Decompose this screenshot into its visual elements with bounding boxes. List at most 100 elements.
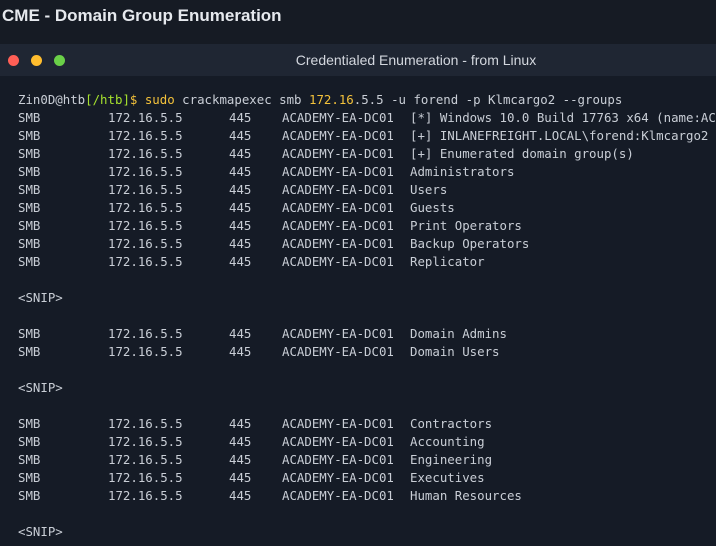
port-cell: 445 xyxy=(229,146,252,161)
message-cell: [+] Enumerated domain group(s) xyxy=(410,146,634,161)
ip-cell: 172.16.5.5 xyxy=(108,164,183,179)
page-title: CME - Domain Group Enumeration xyxy=(2,6,282,25)
message-cell: Guests xyxy=(410,200,455,215)
protocol-cell: SMB xyxy=(18,344,41,359)
port-cell: 445 xyxy=(229,326,252,341)
hostname-cell: ACADEMY-EA-DC01 xyxy=(282,146,394,161)
protocol-cell: SMB xyxy=(18,182,41,197)
output-row: SMB 172.16.5.5 445 ACADEMY-EA-DC01 Contracto… xyxy=(18,415,716,433)
message-cell: Engineering xyxy=(410,452,493,467)
protocol-cell: SMB xyxy=(18,452,41,467)
ip-cell: 172.16.5.5 xyxy=(108,236,183,251)
ip-cell: 172.16.5.5 xyxy=(108,110,183,125)
output-row: SMB 172.16.5.5 445 ACADEMY-EA-DC01 Human Res… xyxy=(18,487,716,505)
command-tool: crackmapexec smb xyxy=(182,92,302,107)
protocol-cell: SMB xyxy=(18,146,41,161)
port-cell: 445 xyxy=(229,452,252,467)
port-cell: 445 xyxy=(229,434,252,449)
terminal-titlebar: Credentialed Enumeration - from Linux xyxy=(0,44,716,76)
message-cell: Domain Users xyxy=(410,344,500,359)
ip-cell: 172.16.5.5 xyxy=(108,254,183,269)
output-row: SMB 172.16.5.5 445 ACADEMY-EA-DC01 [+] INLAN… xyxy=(18,127,716,145)
ip-cell: 172.16.5.5 xyxy=(108,326,183,341)
ip-cell: 172.16.5.5 xyxy=(108,344,183,359)
terminal-output: Zin0D@htb[/htb]$ sudo crackmapexec smb 1… xyxy=(18,91,716,541)
ip-cell: 172.16.5.5 xyxy=(108,200,183,215)
ip-cell: 172.16.5.5 xyxy=(108,218,183,233)
message-cell: Administrators xyxy=(410,164,515,179)
protocol-cell: SMB xyxy=(18,164,41,179)
ip-cell: 172.16.5.5 xyxy=(108,146,183,161)
message-cell: Contractors xyxy=(410,416,493,431)
command-ip-suffix: .5.5 xyxy=(353,92,384,107)
protocol-cell: SMB xyxy=(18,434,41,449)
hostname-cell: ACADEMY-EA-DC01 xyxy=(282,416,394,431)
ip-cell: 172.16.5.5 xyxy=(108,182,183,197)
message-cell: Users xyxy=(410,182,448,197)
ip-cell: 172.16.5.5 xyxy=(108,452,183,467)
protocol-cell: SMB xyxy=(18,128,41,143)
ip-cell: 172.16.5.5 xyxy=(108,470,183,485)
command-sudo: sudo xyxy=(144,92,175,107)
ip-cell: 172.16.5.5 xyxy=(108,434,183,449)
ip-cell: 172.16.5.5 xyxy=(108,488,183,503)
output-row: SMB 172.16.5.5 445 ACADEMY-EA-DC01 Engineeri… xyxy=(18,451,716,469)
protocol-cell: SMB xyxy=(18,254,41,269)
hostname-cell: ACADEMY-EA-DC01 xyxy=(282,452,394,467)
output-row: SMB 172.16.5.5 445 ACADEMY-EA-DC01 Replicato… xyxy=(18,253,716,271)
protocol-cell: SMB xyxy=(18,110,41,125)
snip-marker: <SNIP> xyxy=(18,290,63,305)
message-cell: Backup Operators xyxy=(410,236,530,251)
output-row: SMB 172.16.5.5 445 ACADEMY-EA-DC01 Domain Ad… xyxy=(18,325,716,343)
command-line: Zin0D@htb[/htb]$ sudo crackmapexec smb 1… xyxy=(18,91,716,109)
hostname-cell: ACADEMY-EA-DC01 xyxy=(282,128,394,143)
page: CME - Domain Group Enumeration Credentia… xyxy=(0,0,716,546)
command-ip-prefix: 172.16 xyxy=(308,92,354,107)
terminal-window[interactable]: Credentialed Enumeration - from Linux Zi… xyxy=(0,44,716,546)
message-cell: Human Resources xyxy=(410,488,522,503)
protocol-cell: SMB xyxy=(18,218,41,233)
hostname-cell: ACADEMY-EA-DC01 xyxy=(282,326,394,341)
output-row: SMB 172.16.5.5 445 ACADEMY-EA-DC01 Print Ope… xyxy=(18,217,716,235)
protocol-cell: SMB xyxy=(18,326,41,341)
protocol-cell: SMB xyxy=(18,470,41,485)
message-cell: Print Operators xyxy=(410,218,522,233)
output-block-1: SMB 172.16.5.5 445 ACADEMY-EA-DC01 [*] Windo… xyxy=(18,109,716,271)
port-cell: 445 xyxy=(229,164,252,179)
port-cell: 445 xyxy=(229,344,252,359)
message-cell: [*] Windows 10.0 Build 17763 x64 (name:A… xyxy=(410,110,716,125)
snip-marker: <SNIP> xyxy=(18,524,63,539)
port-cell: 445 xyxy=(229,254,252,269)
port-cell: 445 xyxy=(229,110,252,125)
message-cell: Replicator xyxy=(410,254,485,269)
message-cell: Domain Admins xyxy=(410,326,507,341)
hostname-cell: ACADEMY-EA-DC01 xyxy=(282,236,394,251)
output-row: SMB 172.16.5.5 445 ACADEMY-EA-DC01 Accountin… xyxy=(18,433,716,451)
port-cell: 445 xyxy=(229,236,252,251)
protocol-cell: SMB xyxy=(18,416,41,431)
hostname-cell: ACADEMY-EA-DC01 xyxy=(282,110,394,125)
output-row: SMB 172.16.5.5 445 ACADEMY-EA-DC01 [*] Windo… xyxy=(18,109,716,127)
output-row: SMB 172.16.5.5 445 ACADEMY-EA-DC01 Guests xyxy=(18,199,716,217)
prompt-user-host: Zin0D@htb xyxy=(18,92,86,107)
hostname-cell: ACADEMY-EA-DC01 xyxy=(282,164,394,179)
prompt-path: [/htb] xyxy=(85,92,130,107)
hostname-cell: ACADEMY-EA-DC01 xyxy=(282,254,394,269)
port-cell: 445 xyxy=(229,182,252,197)
ip-cell: 172.16.5.5 xyxy=(108,416,183,431)
output-row: SMB 172.16.5.5 445 ACADEMY-EA-DC01 Backup Op… xyxy=(18,235,716,253)
hostname-cell: ACADEMY-EA-DC01 xyxy=(282,470,394,485)
port-cell: 445 xyxy=(229,416,252,431)
command-args: -u forend -p Klmcargo2 --groups xyxy=(391,92,623,107)
prompt-symbol: $ xyxy=(129,92,138,107)
port-cell: 445 xyxy=(229,218,252,233)
hostname-cell: ACADEMY-EA-DC01 xyxy=(282,434,394,449)
hostname-cell: ACADEMY-EA-DC01 xyxy=(282,200,394,215)
port-cell: 445 xyxy=(229,200,252,215)
ip-cell: 172.16.5.5 xyxy=(108,128,183,143)
protocol-cell: SMB xyxy=(18,236,41,251)
